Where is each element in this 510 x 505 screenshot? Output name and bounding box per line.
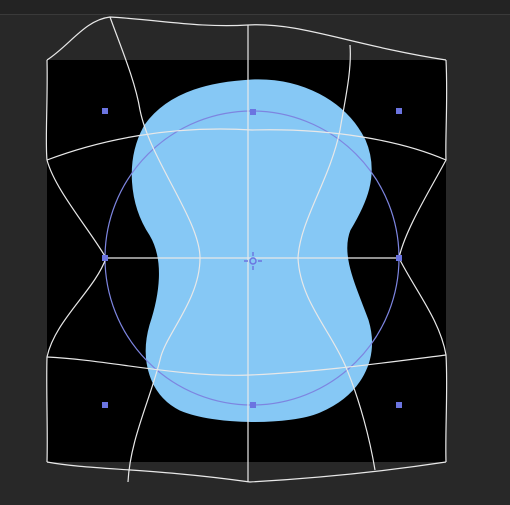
warp-handle-top-left[interactable] [102,108,108,114]
canvas-workspace [0,0,510,505]
warp-handle-middle-left[interactable] [102,255,108,261]
warp-handle-top-right[interactable] [396,108,402,114]
warp-handle-top-center[interactable] [250,109,256,115]
warp-handle-bottom-center[interactable] [250,402,256,408]
warp-envelope-bottom[interactable] [46,461,447,483]
warp-handle-bottom-left[interactable] [102,402,108,408]
warp-handle-bottom-right[interactable] [396,402,402,408]
warp-handle-middle-right[interactable] [396,255,402,261]
warp-stage [45,16,448,483]
warp-envelope-top[interactable] [46,16,447,61]
